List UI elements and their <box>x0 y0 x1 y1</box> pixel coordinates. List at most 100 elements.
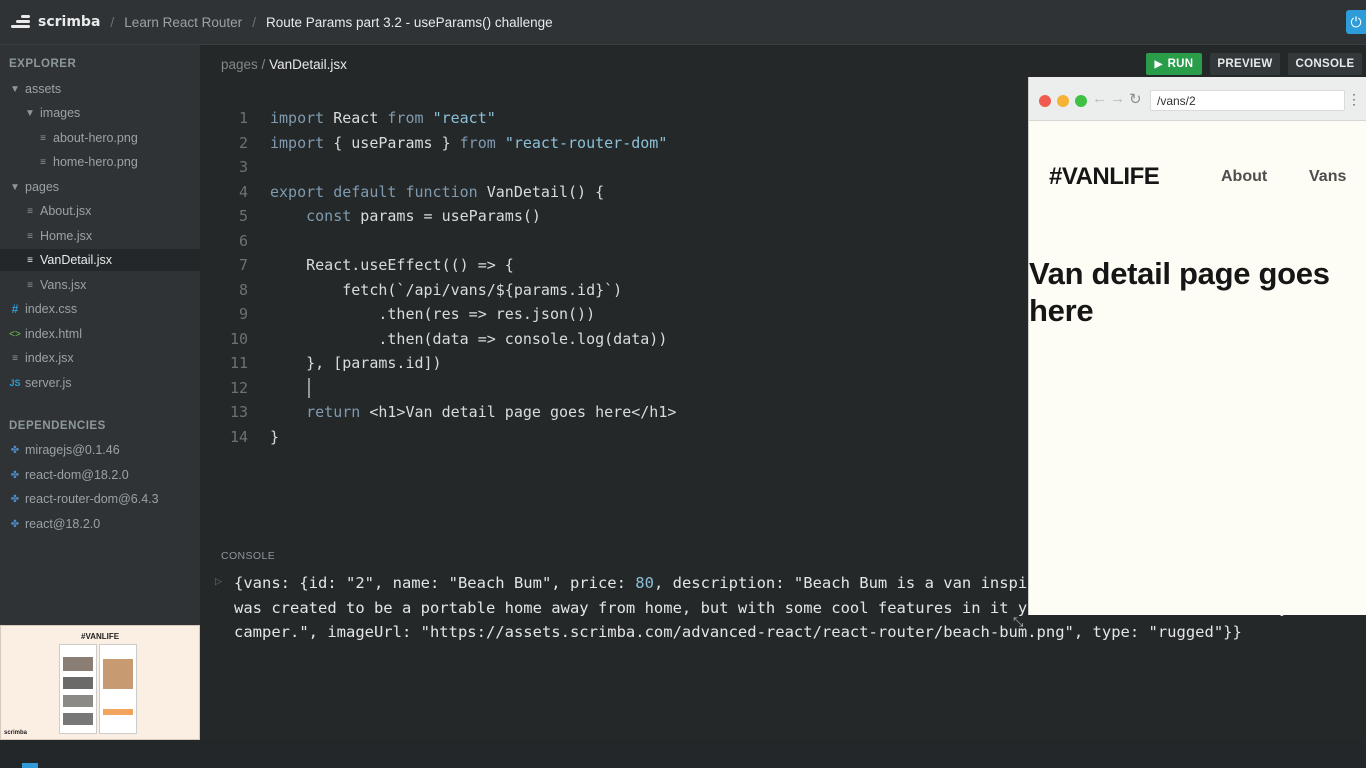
line-number: 7 <box>238 256 248 275</box>
nav-link-about[interactable]: About <box>1221 168 1267 186</box>
video-thumbnail[interactable]: #VANLIFE scrimba <box>0 625 200 740</box>
thumbnail-card <box>99 644 137 734</box>
code-text: import { useParams } from "react-router-… <box>270 133 668 152</box>
line-number: 12 <box>229 378 248 397</box>
preview-button[interactable]: PREVIEW <box>1210 53 1280 75</box>
run-button[interactable]: ▶ RUN <box>1146 53 1202 75</box>
console-button[interactable]: CONSOLE <box>1288 53 1362 75</box>
file-icon: ≡ <box>27 205 33 217</box>
file-icon: ≡ <box>27 254 33 266</box>
file-index-css[interactable]: # index.css <box>0 298 200 320</box>
chevron-down-icon: ▼ <box>10 181 20 193</box>
resize-icon[interactable]: ⤡ <box>1013 614 1023 630</box>
site-logo[interactable]: #VANLIFE <box>1049 163 1160 191</box>
file-icon: ≡ <box>40 132 46 144</box>
thumbnail-title: #VANLIFE <box>81 632 120 641</box>
code-line[interactable]: 3 <box>200 155 270 180</box>
code-text: } <box>270 427 280 446</box>
line-number: 10 <box>229 329 248 348</box>
minimize-dot-icon[interactable] <box>1057 95 1069 107</box>
file-icon: ≡ <box>12 352 18 364</box>
code-line[interactable]: 1 import React from "react" <box>200 106 496 131</box>
chevron-down-icon: ▼ <box>10 83 20 95</box>
folder-assets[interactable]: ▼ assets <box>0 78 200 100</box>
code-text: }, [params.id]) <box>270 354 442 373</box>
code-line[interactable]: 12 <box>200 376 270 401</box>
css-icon: # <box>11 302 19 316</box>
code-line[interactable]: 4 export default function VanDetail() { <box>200 180 604 205</box>
sidebar: EXPLORER ▼ assets ▼ images ≡ about-hero.… <box>0 45 200 625</box>
code-line[interactable]: 8 fetch(`/api/vans/${params.id}`) <box>200 278 622 303</box>
close-dot-icon[interactable] <box>1039 95 1051 107</box>
file-about-jsx[interactable]: ≡ About.jsx <box>0 200 200 222</box>
status-indicator <box>22 763 38 768</box>
power-icon[interactable]: ⏻ <box>1346 10 1366 34</box>
line-number: 3 <box>238 158 248 177</box>
dependency-item[interactable]: ✤ miragejs@0.1.46 <box>0 439 200 461</box>
folder-pages[interactable]: ▼ pages <box>0 176 200 198</box>
file-icon: ≡ <box>27 279 33 291</box>
package-icon: ✤ <box>10 493 20 505</box>
line-number: 8 <box>238 280 248 299</box>
code-line[interactable]: 9 .then(res => res.json()) <box>200 302 595 327</box>
dependency-item[interactable]: ✤ react@18.2.0 <box>0 513 200 535</box>
code-line[interactable]: 6 <box>200 229 270 254</box>
js-icon: JS <box>9 378 21 388</box>
preview-window: ← → ↻ /vans/2 ⋮ #VANLIFE About Vans Van … <box>1028 77 1366 615</box>
text-cursor <box>308 378 310 398</box>
forward-arrow-icon[interactable]: → <box>1110 90 1125 107</box>
nav-link-vans[interactable]: Vans <box>1309 168 1346 186</box>
dependency-item[interactable]: ✤ react-router-dom@6.4.3 <box>0 488 200 510</box>
code-line[interactable]: 10 .then(data => console.log(data)) <box>200 327 667 352</box>
line-number: 2 <box>238 133 248 152</box>
back-arrow-icon[interactable]: ← <box>1092 90 1107 107</box>
logo-text: scrimba <box>38 14 101 30</box>
thumbnail-logo: scrimba <box>4 730 28 736</box>
code-line[interactable]: 14} <box>200 425 279 450</box>
scrimba-logo[interactable]: scrimba <box>10 0 100 45</box>
play-icon: ▶ <box>1154 58 1163 70</box>
file-index-html[interactable]: <> index.html <box>0 323 200 345</box>
scrimba-logo-icon <box>10 13 30 31</box>
console-heading: CONSOLE <box>221 550 276 562</box>
file-path: pages / VanDetail.jsx <box>221 57 347 72</box>
file-index-jsx[interactable]: ≡ index.jsx <box>0 347 200 369</box>
code-text: export default function VanDetail() { <box>270 182 605 201</box>
url-bar[interactable]: /vans/2 <box>1150 90 1345 111</box>
package-icon: ✤ <box>10 469 20 481</box>
dependencies-heading: DEPENDENCIES <box>9 420 106 432</box>
maximize-dot-icon[interactable] <box>1075 95 1087 107</box>
file-vandetail-jsx[interactable]: ≡ VanDetail.jsx <box>0 249 200 271</box>
file-about-hero[interactable]: ≡ about-hero.png <box>0 127 200 149</box>
line-number: 5 <box>238 207 248 226</box>
page-heading: Van detail page goes here <box>1029 256 1330 328</box>
status-bar <box>0 740 1366 768</box>
file-home-hero[interactable]: ≡ home-hero.png <box>0 151 200 173</box>
more-menu-icon[interactable]: ⋮ <box>1347 91 1361 108</box>
package-icon: ✤ <box>10 518 20 530</box>
reload-icon[interactable]: ↻ <box>1129 90 1142 108</box>
code-text: .then(data => console.log(data)) <box>270 329 668 348</box>
package-icon: ✤ <box>10 444 20 456</box>
html-icon: <> <box>9 328 21 340</box>
code-line[interactable]: 5 const params = useParams() <box>200 204 541 229</box>
file-server-js[interactable]: JS server.js <box>0 372 200 394</box>
browser-chrome: ← → ↻ /vans/2 ⋮ <box>1029 77 1366 121</box>
code-line[interactable]: 13 return <h1>Van detail page goes here<… <box>200 400 676 425</box>
code-line[interactable]: 2 import { useParams } from "react-router… <box>200 131 667 156</box>
breadcrumb-course[interactable]: Learn React Router <box>124 15 242 30</box>
top-bar: scrimba / Learn React Router / Route Par… <box>0 0 1366 45</box>
file-vans-jsx[interactable]: ≡ Vans.jsx <box>0 274 200 296</box>
file-home-jsx[interactable]: ≡ Home.jsx <box>0 225 200 247</box>
folder-images[interactable]: ▼ images <box>0 102 200 124</box>
code-text: const params = useParams() <box>306 207 541 226</box>
line-number: 6 <box>238 231 248 250</box>
file-icon: ≡ <box>27 230 33 242</box>
expand-arrow-icon[interactable]: ▷ <box>215 576 222 587</box>
dependency-item[interactable]: ✤ react-dom@18.2.0 <box>0 464 200 486</box>
code-line[interactable]: 11 }, [params.id]) <box>200 351 442 376</box>
file-icon: ≡ <box>40 156 46 168</box>
line-number: 11 <box>229 354 248 373</box>
code-line[interactable]: 7 React.useEffect(() => { <box>200 253 514 278</box>
code-text: fetch(`/api/vans/${params.id}`) <box>270 280 623 299</box>
